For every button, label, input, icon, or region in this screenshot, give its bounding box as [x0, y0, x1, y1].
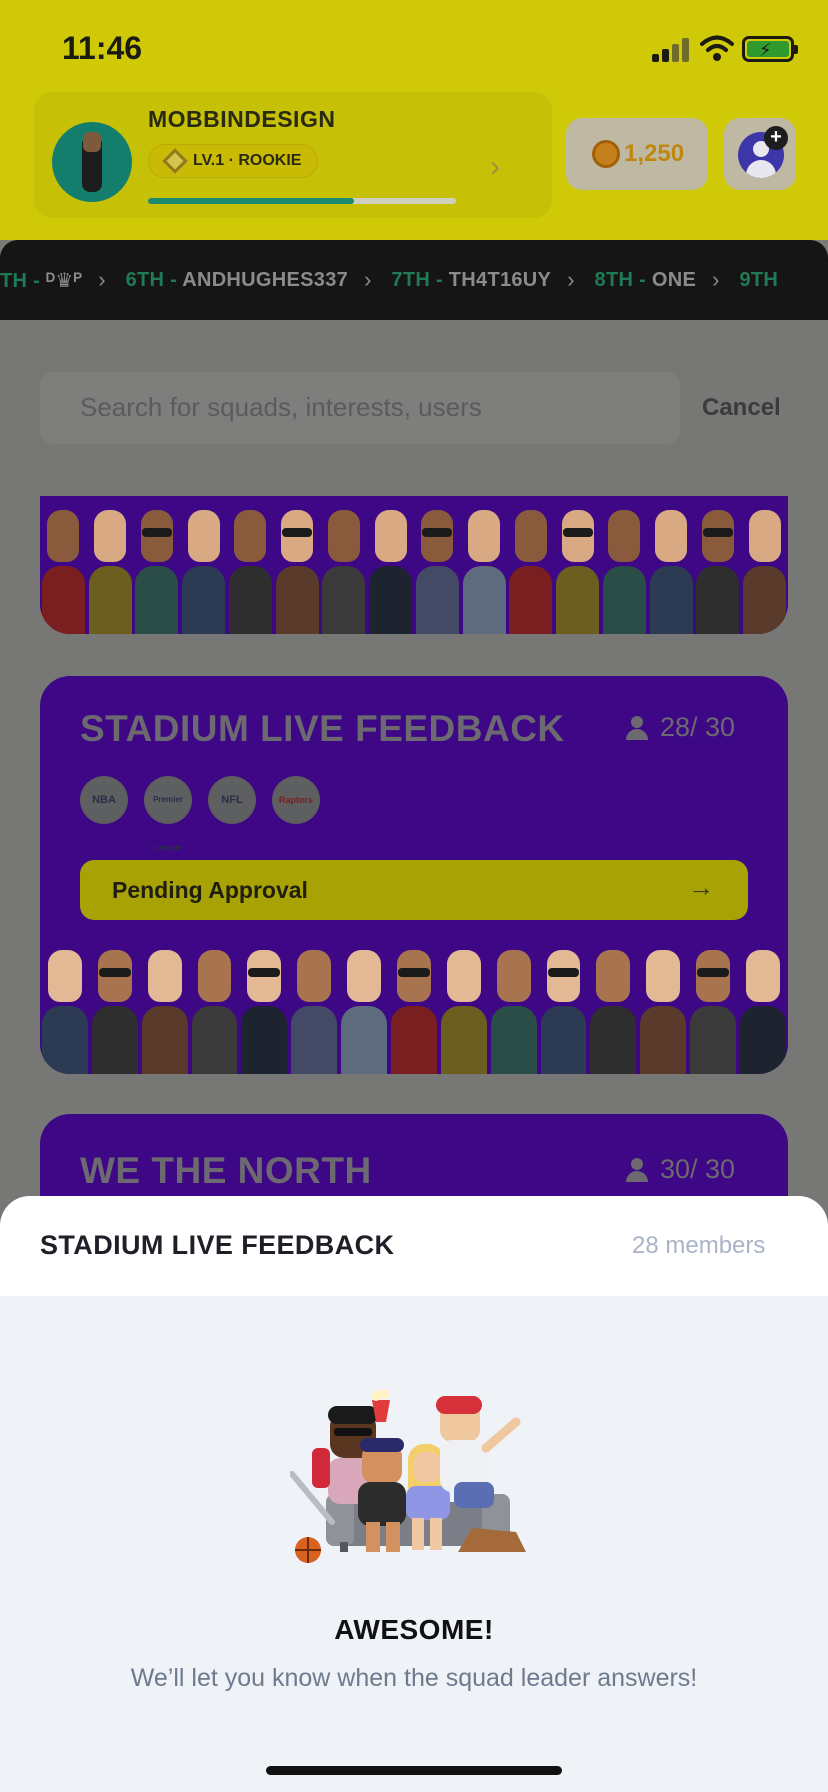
squad-card-partial[interactable] — [40, 496, 788, 634]
squad-title: STADIUM LIVE FEEDBACK — [80, 708, 565, 749]
crowd-avatar — [367, 504, 414, 634]
battery-icon: ⚡ — [742, 36, 798, 62]
crowd-avatar — [461, 504, 508, 634]
ticker-rank: 6TH - — [125, 268, 183, 291]
leaderboard-ticker[interactable]: TH - ᴰ♛ᴾ › 6TH - ANDHUGHES337 › 7TH - TH4T16… — [0, 240, 828, 320]
crowd-avatar — [414, 504, 461, 634]
arrow-right-icon: → — [688, 872, 714, 902]
avatar[interactable] — [52, 122, 132, 202]
pending-approval-label: Pending Approval — [112, 877, 308, 903]
crowd-avatar — [180, 504, 227, 634]
ticker-rank: 7TH - — [391, 268, 449, 291]
chevron-right-icon[interactable]: › — [490, 150, 500, 184]
sheet-member-count: 28 members — [632, 1232, 766, 1259]
chevron-right-icon: › — [364, 267, 372, 292]
ticker-item[interactable]: 7TH - TH4T16UY — [391, 269, 567, 292]
crowd-avatar — [274, 504, 321, 634]
ticker-username: TH4T16UY — [448, 268, 552, 291]
crowd-avatar — [638, 944, 688, 1074]
ticker-username: ANDHUGHES337 — [182, 268, 349, 291]
ticker-item[interactable]: 9TH — [739, 269, 794, 292]
person-icon — [626, 716, 648, 740]
plus-icon: + — [764, 126, 788, 150]
crowd-avatar — [239, 944, 289, 1074]
crowd-avatar — [40, 944, 90, 1074]
username: MOBBINDESIGN — [148, 106, 336, 132]
crowd-avatar — [648, 504, 695, 634]
crowd-avatar — [688, 944, 738, 1074]
chevron-right-icon: › — [98, 267, 106, 292]
coin-icon — [592, 140, 620, 168]
squad-title: WE THE NORTH — [80, 1150, 372, 1191]
crowd-avatar — [554, 504, 601, 634]
ticker-rank: 9TH — [739, 268, 779, 291]
crowd-avatar — [439, 944, 489, 1074]
crowd-illustration — [40, 944, 788, 1074]
ticker-item[interactable]: 6TH - ANDHUGHES337 — [126, 269, 365, 292]
crowd-avatar — [508, 504, 555, 634]
crowd-avatar — [695, 504, 742, 634]
sheet-heading: AWESOME! — [334, 1614, 494, 1645]
crowd-avatar — [601, 504, 648, 634]
ticker-item[interactable]: TH - ᴰ♛ᴾ — [0, 268, 98, 293]
nba-icon: NBA — [80, 776, 128, 824]
member-count: 28/ 30 — [660, 712, 736, 742]
signal-icon — [652, 36, 692, 62]
cancel-button[interactable]: Cancel — [702, 394, 781, 422]
crowd-avatar — [489, 944, 539, 1074]
crowd-avatar — [134, 504, 181, 634]
ticker-rank: 8TH - — [594, 268, 652, 291]
nfl-icon: NFL — [208, 776, 256, 824]
home-indicator[interactable] — [266, 1766, 562, 1775]
crowd-avatar — [190, 944, 240, 1074]
crowd-avatar — [539, 944, 589, 1074]
add-friend-button[interactable]: + — [724, 118, 796, 190]
sheet-message: We’ll let you know when the squad leader… — [130, 1664, 698, 1692]
crowd-avatar — [389, 944, 439, 1074]
sheet-title: STADIUM LIVE FEEDBACK — [40, 1230, 395, 1260]
crowd-avatar — [741, 504, 788, 634]
wifi-icon — [700, 35, 734, 61]
crowd-avatar — [289, 944, 339, 1074]
coin-balance: 1,250 — [624, 140, 685, 167]
crowd-avatar — [227, 504, 274, 634]
ticker-rank: TH - — [0, 269, 46, 292]
crowd-avatar — [40, 504, 87, 634]
ticker-username: ONE — [651, 268, 697, 291]
crowd-avatar — [140, 944, 190, 1074]
ticker-item[interactable]: 8TH - ONE — [595, 269, 713, 292]
status-time: 11:46 — [62, 30, 143, 66]
crowd-avatar — [339, 944, 389, 1074]
search-placeholder: Search for squads, interests, users — [80, 392, 482, 422]
ticker-username: ᴰ♛ᴾ — [45, 269, 83, 292]
xp-progress-fill — [148, 198, 354, 204]
person-icon — [626, 1158, 648, 1182]
fans-on-couch-illustration — [290, 1389, 526, 1563]
crowd-illustration — [40, 504, 788, 634]
crowd-avatar — [90, 944, 140, 1074]
crowd-avatar — [321, 504, 368, 634]
crowd-avatar — [87, 504, 134, 634]
chevron-right-icon: › — [567, 267, 575, 292]
premier-league-icon: Premier League — [144, 776, 192, 852]
crowd-avatar — [738, 944, 788, 1074]
chevron-right-icon: › — [712, 267, 720, 292]
member-count: 30/ 30 — [660, 1154, 736, 1184]
raptors-icon: Raptors — [272, 776, 320, 824]
crowd-avatar — [588, 944, 638, 1074]
